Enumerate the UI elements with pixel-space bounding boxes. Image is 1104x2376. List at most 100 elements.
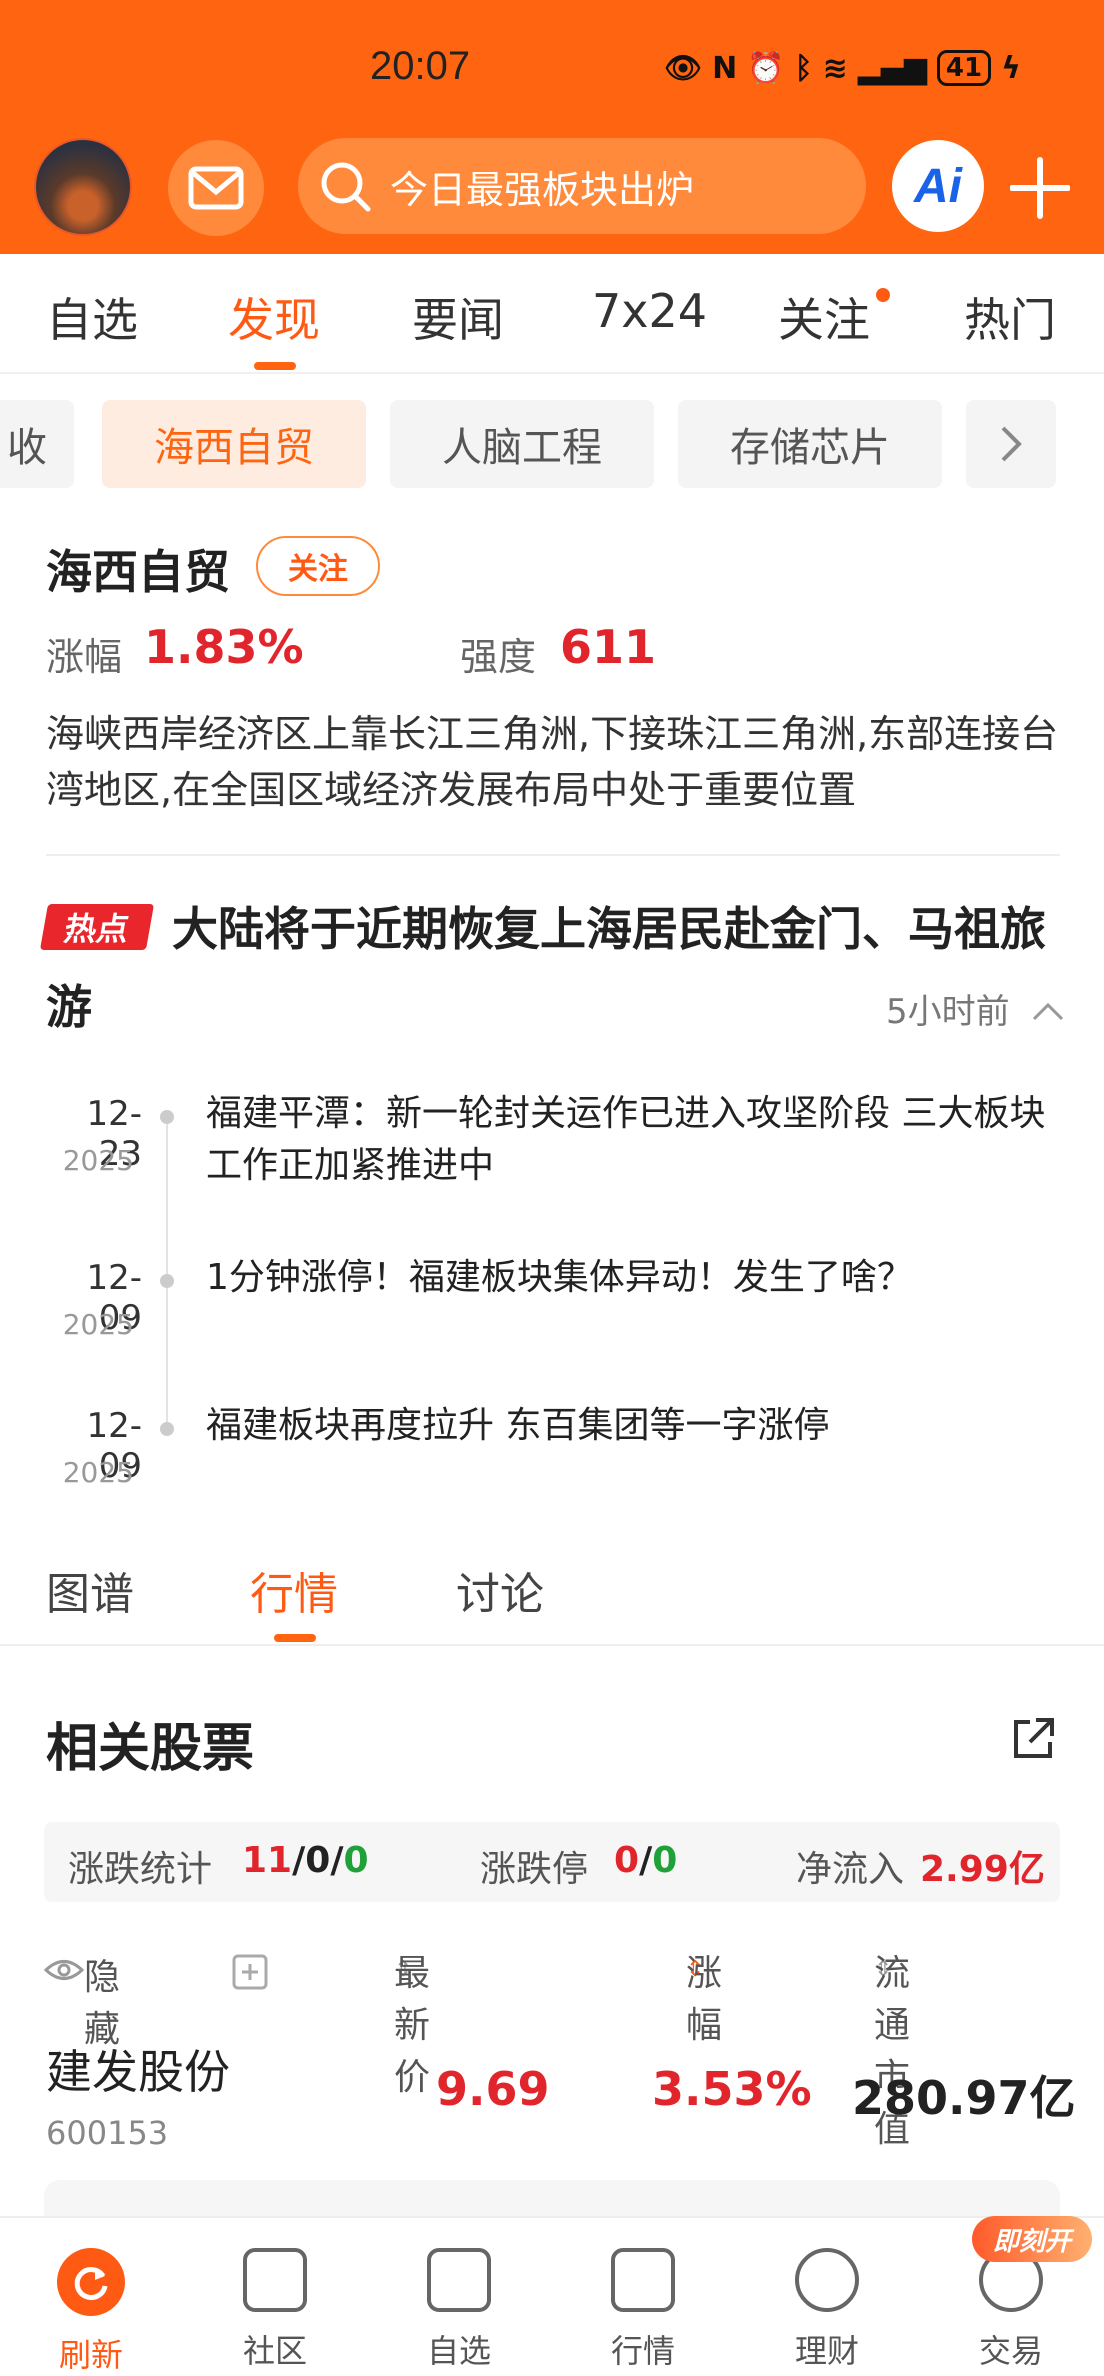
charging-icon: ϟ: [1001, 50, 1021, 86]
limit-up: 0: [614, 1840, 640, 1881]
bottom-nav: [0, 2216, 1104, 2376]
chip-storage[interactable]: 存储芯片: [678, 400, 942, 488]
tab-7x24[interactable]: 7x24: [592, 284, 707, 338]
flat-count: 0: [305, 1840, 331, 1881]
up-count: 11: [242, 1840, 293, 1881]
nfc-icon: N: [712, 50, 738, 86]
chip-haixi[interactable]: 海西自贸: [102, 400, 366, 488]
mail-button[interactable]: [168, 140, 264, 236]
unread-dot: [876, 288, 890, 302]
external-link-icon[interactable]: [1010, 1716, 1056, 1762]
rise-value: 1.83%: [144, 620, 304, 674]
cap-column-header[interactable]: 流通市值 ⇕: [874, 1944, 910, 2150]
chevron-up-icon[interactable]: [1030, 999, 1066, 1023]
timeline-line: [166, 1110, 168, 1430]
eye-icon: [43, 1960, 85, 1980]
active-subtab-indicator: [274, 1634, 316, 1642]
tab-discussion[interactable]: 讨论: [456, 1558, 544, 1622]
timeline-year: 2025: [62, 1144, 134, 1177]
timeline-dot: [160, 1110, 174, 1124]
limit-values: 0/0: [614, 1840, 677, 1881]
sep: /: [292, 1840, 306, 1881]
nav-community-label: 社区: [242, 2332, 307, 2370]
timeline-item[interactable]: 1分钟涨停！福建板块集体异动！发生了啥？: [206, 1252, 1066, 1304]
nav-wealth[interactable]: 理财: [772, 2248, 882, 2372]
divider: [46, 854, 1060, 856]
avatar[interactable]: [34, 138, 132, 236]
nav-community[interactable]: 社区: [220, 2248, 330, 2372]
nav-market-label: 行情: [610, 2332, 675, 2370]
updown-label: 涨跌统计: [68, 1849, 213, 1890]
timeline-year: 2025: [62, 1308, 134, 1341]
inflow-amount: 2.99亿: [920, 1849, 1045, 1890]
sep: /: [639, 1840, 653, 1881]
plus-icon[interactable]: [1010, 150, 1070, 226]
chip-partial[interactable]: 收: [0, 400, 74, 488]
nav-market[interactable]: 行情: [588, 2248, 698, 2372]
ai-button[interactable]: Ai: [892, 140, 984, 232]
search-input[interactable]: 今日最强板块出炉: [298, 138, 866, 234]
rise-label: 涨幅: [46, 635, 123, 679]
sub-tabs: 图谱 行情 讨论: [0, 1554, 1104, 1646]
timeline-dot: [160, 1274, 174, 1288]
stock-name[interactable]: 建发股份: [46, 2036, 230, 2102]
timeline-year: 2025: [62, 1456, 134, 1489]
sector-title: 海西自贸: [46, 545, 230, 599]
nav-trade-label: 交易: [978, 2332, 1043, 2370]
timeline-item[interactable]: 福建平潭：新一轮封关运作已进入攻坚阶段 三大板块工作正加紧推进中: [206, 1088, 1066, 1192]
chips-more-button[interactable]: [966, 400, 1056, 488]
diamond-icon: [795, 2248, 859, 2312]
open-account-badge[interactable]: 即刻开: [972, 2216, 1092, 2262]
add-column-icon[interactable]: [232, 1954, 268, 1990]
down-count: 0: [343, 1840, 369, 1881]
strength-label: 强度: [460, 635, 537, 679]
nav-trade[interactable]: 交易: [956, 2248, 1066, 2372]
limit-down: 0: [652, 1840, 678, 1881]
status-time: 20:07: [370, 44, 471, 88]
tab-graph[interactable]: 图谱: [46, 1558, 134, 1622]
stock-change: 3.53%: [652, 2062, 812, 2116]
tab-watchlist[interactable]: 自选: [46, 284, 138, 350]
nav-refresh[interactable]: 刷新: [36, 2248, 146, 2376]
hot-time-label: 5小时前: [886, 992, 1010, 1032]
tab-news[interactable]: 要闻: [412, 284, 504, 350]
strength-value: 611: [560, 620, 657, 674]
battery-indicator: 41: [936, 50, 992, 86]
change-column-header[interactable]: 涨幅 ⇕: [686, 1944, 722, 2046]
nav-watchlist[interactable]: 自选: [404, 2248, 514, 2372]
refresh-icon: [57, 2248, 125, 2316]
alarm-icon: ⏰: [747, 50, 785, 86]
search-icon: [321, 162, 371, 212]
chevron-right-icon: [1001, 426, 1022, 462]
active-tab-indicator: [254, 362, 296, 370]
timeline-dot: [160, 1422, 174, 1436]
inflow-value: 2.99亿: [920, 1840, 1045, 1892]
updown-values: 11/0/0: [242, 1840, 369, 1881]
signal-icon: ▂▄▆: [857, 50, 927, 86]
nav-wealth-label: 理财: [794, 2332, 859, 2370]
tab-discover[interactable]: 发现: [228, 284, 320, 350]
sector-description: 海峡西岸经济区上靠长江三角洲,下接珠江三角洲,东部连接台湾地区,在全国区域经济发…: [46, 712, 1059, 812]
checkbox-icon: [427, 2248, 491, 2312]
inflow-label: 净流入: [796, 1849, 905, 1890]
hot-tag: 热点: [39, 904, 155, 950]
nav-watchlist-label: 自选: [426, 2332, 491, 2370]
hide-toggle[interactable]: 隐藏: [43, 1948, 120, 2050]
tab-market[interactable]: 行情: [250, 1558, 338, 1622]
change-header-label: 涨幅: [686, 1953, 723, 2046]
timeline-item[interactable]: 福建板块再度拉升 东百集团等一字涨停: [206, 1400, 1066, 1452]
stock-price: 9.69: [436, 2062, 550, 2116]
nav-refresh-label: 刷新: [58, 2336, 123, 2374]
status-icons: 👁 N ⏰ ᛒ ≋ ▂▄▆ 41 ϟ: [664, 48, 1021, 88]
price-column-header[interactable]: 最新价 ⇕: [394, 1944, 430, 2098]
tab-hot[interactable]: 热门: [964, 284, 1056, 350]
follow-button[interactable]: 关注: [256, 536, 380, 596]
chip-brain[interactable]: 人脑工程: [390, 400, 654, 488]
chart-icon: [611, 2248, 675, 2312]
limit-label: 涨跌停: [480, 1849, 589, 1890]
tab-following[interactable]: 关注: [778, 284, 870, 350]
bluetooth-icon: ᛒ: [794, 50, 813, 86]
sep: /: [330, 1840, 344, 1881]
related-stocks-title: 相关股票: [46, 1719, 255, 1779]
search-placeholder: 今日最强板块出炉: [390, 167, 695, 212]
